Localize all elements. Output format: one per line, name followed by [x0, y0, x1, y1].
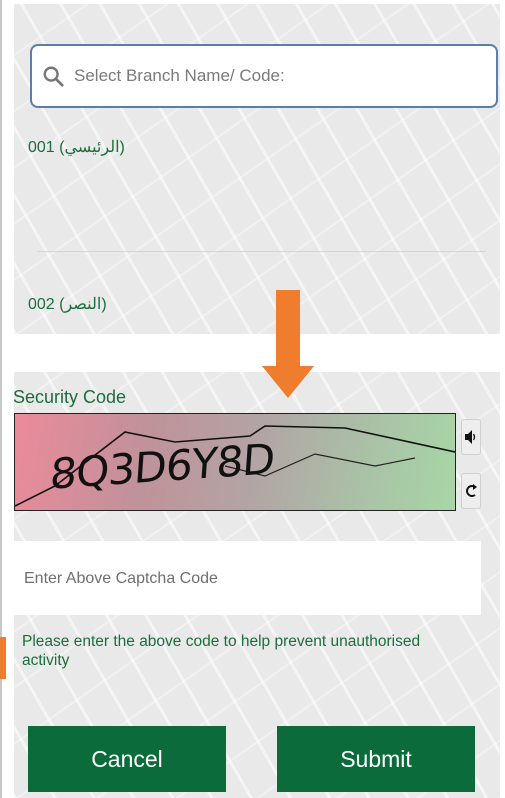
search-icon	[43, 66, 64, 87]
speaker-icon	[465, 430, 476, 444]
branch-search-input[interactable]	[72, 65, 496, 87]
captcha-help-text: Please enter the above code to help prev…	[22, 633, 421, 669]
branch-item[interactable]: 002 (النصر)	[28, 294, 486, 314]
captcha-input[interactable]	[22, 541, 466, 617]
captcha-input-field[interactable]	[14, 541, 481, 617]
cancel-button[interactable]: Cancel	[28, 726, 226, 792]
submit-button[interactable]: Submit	[277, 726, 475, 792]
branch-item[interactable]: 001 (الرئيسي)	[28, 137, 486, 157]
branch-item-label: 001 (الرئيسي)	[28, 139, 125, 156]
branch-search-box[interactable]	[30, 44, 498, 108]
down-arrow-icon	[262, 290, 314, 398]
refresh-icon	[466, 484, 477, 497]
refresh-captcha-button[interactable]	[461, 473, 481, 509]
branch-divider	[38, 251, 486, 252]
security-code-label: Security Code	[13, 387, 127, 407]
captcha-image: 8Q3D6Y8D	[14, 413, 456, 511]
branch-item-label: 002 (النصر)	[28, 296, 107, 313]
audio-captcha-button[interactable]	[461, 419, 481, 455]
left-accent-marker	[0, 637, 6, 679]
branch-panel: 001 (الرئيسي) 002 (النصر)	[14, 4, 500, 334]
